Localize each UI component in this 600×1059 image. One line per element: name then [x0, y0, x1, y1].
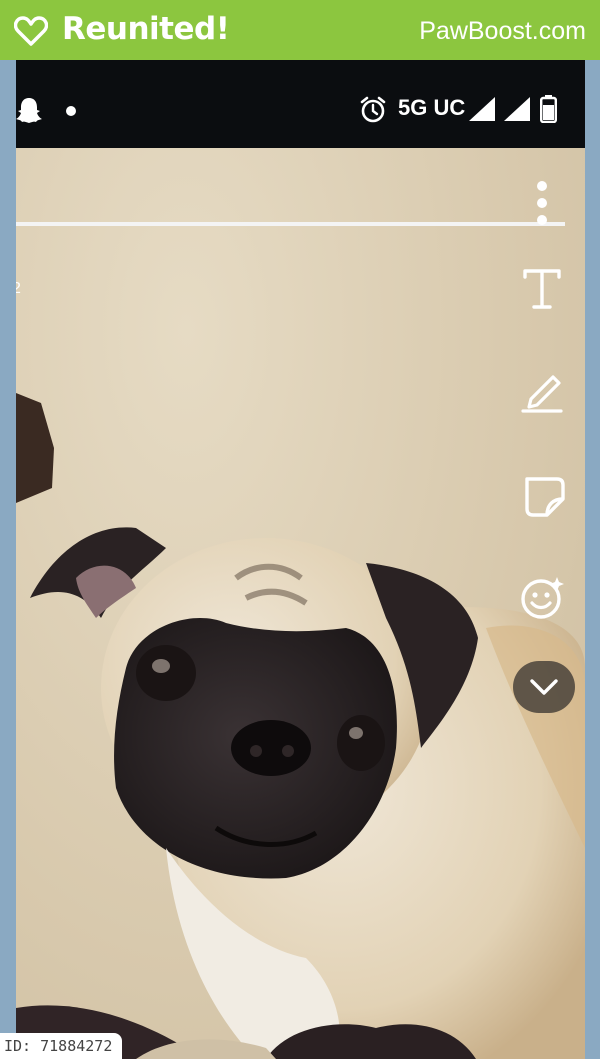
pet-photo: [16, 148, 585, 1059]
emoji-lens-icon[interactable]: [519, 575, 565, 621]
snapchat-ghost-icon: [16, 98, 42, 123]
heart-icon: [14, 16, 48, 46]
chevron-down-icon: [530, 679, 558, 695]
text-tool-icon[interactable]: [519, 265, 565, 311]
reunited-banner: Reunited! PawBoost.com: [0, 0, 600, 60]
story-progress-bar: [16, 222, 565, 226]
signal-icon: [469, 97, 495, 121]
phone-screenshot: 5G UC 2: [16, 60, 585, 1059]
frame-border-left: [0, 60, 16, 1059]
status-bar: 5G UC: [16, 60, 585, 148]
network-type: 5G UC: [398, 95, 466, 120]
signal-icon-2: [504, 97, 530, 121]
pen-tool-icon[interactable]: [519, 367, 565, 413]
notification-dot-icon: [66, 106, 76, 116]
listing-id: ID: 71884272: [0, 1033, 123, 1059]
alarm-icon: [360, 96, 386, 123]
battery-icon: [540, 95, 557, 123]
edge-text: 2: [16, 280, 21, 297]
more-options-icon[interactable]: [519, 180, 565, 226]
brand-name[interactable]: PawBoost.com: [419, 17, 586, 46]
pug-image: [16, 393, 585, 1059]
reunited-label: Reunited!: [62, 11, 230, 47]
sticker-tool-icon[interactable]: [519, 471, 565, 517]
expand-tools-button[interactable]: [513, 661, 575, 713]
frame-border-right: [585, 60, 600, 1059]
